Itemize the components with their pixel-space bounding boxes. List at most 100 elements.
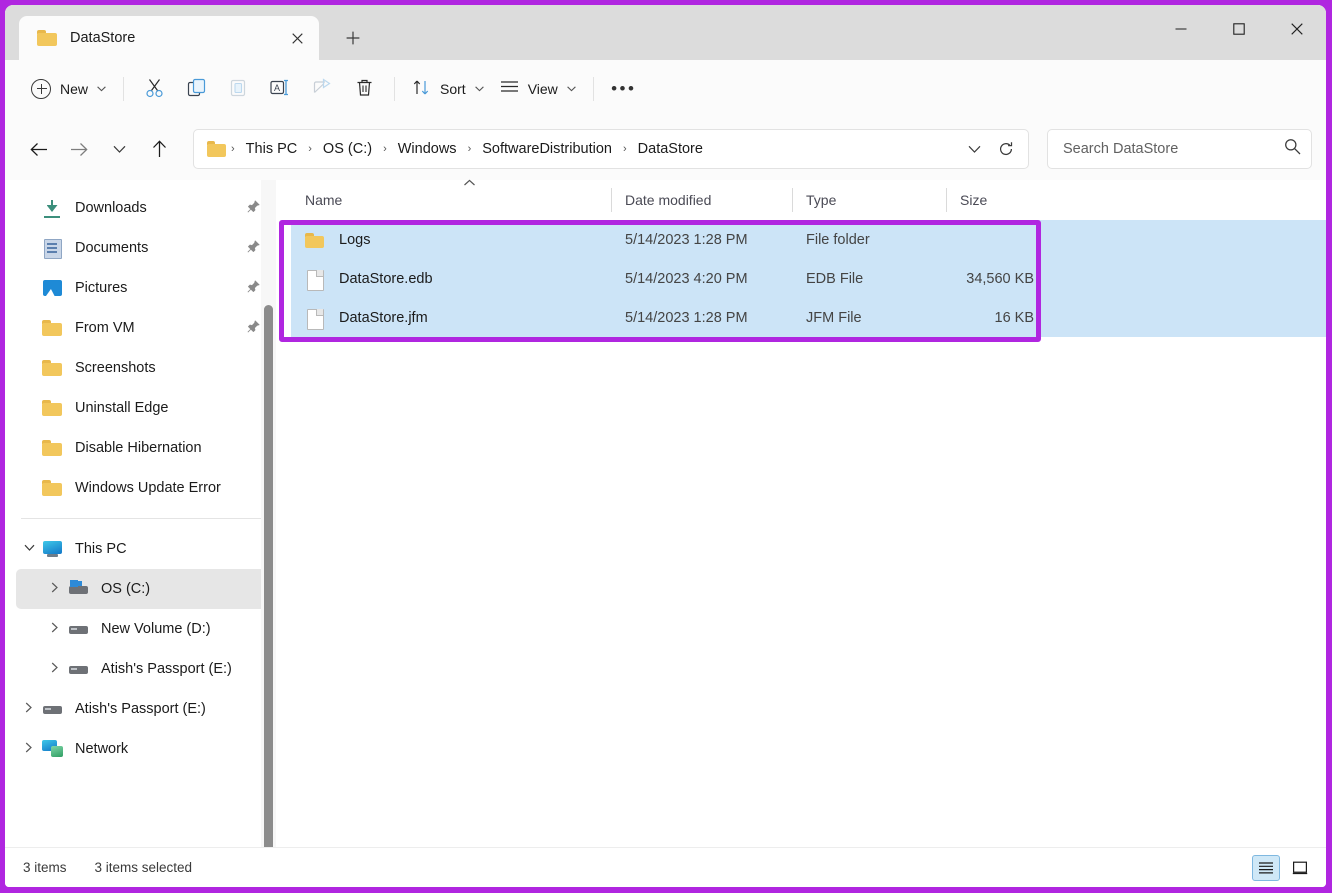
breadcrumb-separator: ›	[226, 143, 240, 155]
item-count-label: 3 items	[23, 860, 67, 875]
sidebar-item-pictures[interactable]: Pictures	[16, 268, 268, 308]
sidebar-item-network[interactable]: Network	[16, 729, 268, 769]
sidebar-item-disable-hibernation[interactable]: Disable Hibernation	[16, 428, 268, 468]
file-size-cell	[946, 220, 1044, 259]
sidebar-item-atish-passport-e-2[interactable]: Atish's Passport (E:)	[16, 689, 268, 729]
sidebar-item-os-c[interactable]: OS (C:)	[16, 569, 268, 609]
table-row[interactable]: Logs 5/14/2023 1:28 PM File folder	[291, 220, 1326, 259]
chevron-right-icon[interactable]	[42, 662, 68, 676]
recent-locations-button[interactable]	[99, 130, 139, 168]
file-list-pane[interactable]: Name Date modified Type Size Logs	[279, 180, 1326, 847]
sidebar-item-label: Atish's Passport (E:)	[101, 661, 232, 677]
chevron-right-icon[interactable]	[16, 742, 42, 756]
new-tab-button[interactable]	[335, 20, 371, 56]
tab-datastore[interactable]: DataStore	[19, 16, 319, 60]
table-row[interactable]: DataStore.edb 5/14/2023 4:20 PM EDB File…	[291, 259, 1326, 298]
close-button[interactable]	[1268, 5, 1326, 53]
large-icons-view-icon[interactable]	[1286, 855, 1314, 881]
breadcrumb-this-pc[interactable]: This PC	[240, 137, 304, 161]
folder-icon	[305, 230, 325, 250]
details-view-icon[interactable]	[1252, 855, 1280, 881]
chevron-down-icon[interactable]	[16, 543, 42, 555]
pin-icon[interactable]	[247, 200, 260, 216]
ellipsis-icon: •••	[611, 80, 636, 97]
paste-button[interactable]	[217, 71, 259, 107]
view-button[interactable]: View	[492, 71, 584, 107]
sidebar-item-downloads[interactable]: Downloads	[16, 188, 268, 228]
breadcrumb-softwaredistribution[interactable]: SoftwareDistribution	[476, 137, 618, 161]
sidebar-scrollbar-thumb[interactable]	[264, 305, 273, 847]
column-header-type[interactable]: Type	[792, 180, 946, 220]
back-button[interactable]	[19, 130, 59, 168]
file-name-cell: DataStore.edb	[291, 259, 611, 298]
file-name: DataStore.edb	[339, 271, 433, 287]
file-icon	[305, 269, 325, 289]
share-button[interactable]	[301, 71, 343, 107]
delete-button[interactable]	[343, 71, 385, 107]
file-type-cell: EDB File	[792, 259, 946, 298]
sidebar-item-uninstall-edge[interactable]: Uninstall Edge	[16, 388, 268, 428]
copy-button[interactable]	[175, 71, 217, 107]
sidebar-item-atish-passport-e-1[interactable]: Atish's Passport (E:)	[16, 649, 268, 689]
rename-button[interactable]: A	[259, 71, 301, 107]
chevron-down-icon	[475, 84, 484, 94]
search-input[interactable]	[1063, 141, 1284, 157]
new-button[interactable]: New	[23, 71, 114, 107]
pin-icon[interactable]	[247, 280, 260, 296]
chevron-down-icon[interactable]	[958, 133, 990, 165]
cut-button[interactable]	[133, 71, 175, 107]
sidebar-item-screenshots[interactable]: Screenshots	[16, 348, 268, 388]
file-date-cell: 5/14/2023 1:28 PM	[611, 298, 792, 337]
sidebar-scrollbar[interactable]	[261, 180, 276, 847]
sort-button-label: Sort	[440, 81, 466, 97]
navigation-pane: Downloads Documents Pictures	[5, 180, 279, 847]
svg-text:A: A	[274, 83, 280, 93]
sidebar-item-label: OS (C:)	[101, 581, 150, 597]
table-row[interactable]: DataStore.jfm 5/14/2023 1:28 PM JFM File…	[291, 298, 1326, 337]
sidebar-item-windows-update-error[interactable]: Windows Update Error	[16, 468, 268, 508]
breadcrumb-bar[interactable]: › This PC › OS (C:) › Windows › Software…	[193, 129, 1029, 169]
forward-button[interactable]	[59, 130, 99, 168]
drive-icon	[68, 619, 90, 639]
view-button-label: View	[528, 81, 558, 97]
sidebar-item-documents[interactable]: Documents	[16, 228, 268, 268]
breadcrumb-datastore[interactable]: DataStore	[632, 137, 709, 161]
breadcrumb-windows[interactable]: Windows	[392, 137, 463, 161]
toolbar-divider	[123, 77, 124, 101]
chevron-right-icon[interactable]	[16, 702, 42, 716]
file-type-cell: JFM File	[792, 298, 946, 337]
sidebar-item-new-volume-d[interactable]: New Volume (D:)	[16, 609, 268, 649]
column-header-size[interactable]: Size	[946, 180, 1044, 220]
sidebar-item-from-vm[interactable]: From VM	[16, 308, 268, 348]
up-button[interactable]	[139, 130, 179, 168]
search-icon[interactable]	[1284, 138, 1301, 160]
column-header-date-modified[interactable]: Date modified	[611, 180, 792, 220]
folder-icon	[42, 358, 64, 378]
paste-icon	[228, 77, 249, 101]
sidebar-item-label: Atish's Passport (E:)	[75, 701, 206, 717]
chevron-right-icon[interactable]	[42, 582, 68, 596]
sidebar-item-label: Windows Update Error	[75, 480, 221, 496]
sidebar-item-this-pc[interactable]: This PC	[16, 529, 268, 569]
sidebar-item-label: New Volume (D:)	[101, 621, 211, 637]
drive-icon	[42, 699, 64, 719]
file-type-cell: File folder	[792, 220, 946, 259]
search-box[interactable]	[1047, 129, 1312, 169]
pin-icon[interactable]	[247, 320, 260, 336]
breadcrumb-separator: ›	[303, 143, 317, 155]
maximize-button[interactable]	[1210, 5, 1268, 53]
sidebar-item-label: Disable Hibernation	[75, 440, 202, 456]
refresh-icon[interactable]	[990, 133, 1022, 165]
sort-button[interactable]: Sort	[404, 71, 492, 107]
file-size-cell: 34,560 KB	[946, 259, 1044, 298]
pin-icon[interactable]	[247, 240, 260, 256]
more-options-button[interactable]: •••	[603, 71, 645, 107]
new-button-label: New	[60, 81, 88, 97]
close-icon[interactable]	[283, 24, 311, 52]
column-header-name[interactable]: Name	[291, 180, 611, 220]
folder-icon	[42, 438, 64, 458]
sidebar-item-label: Pictures	[75, 280, 127, 296]
minimize-button[interactable]	[1152, 5, 1210, 53]
breadcrumb-os-c[interactable]: OS (C:)	[317, 137, 378, 161]
chevron-right-icon[interactable]	[42, 622, 68, 636]
